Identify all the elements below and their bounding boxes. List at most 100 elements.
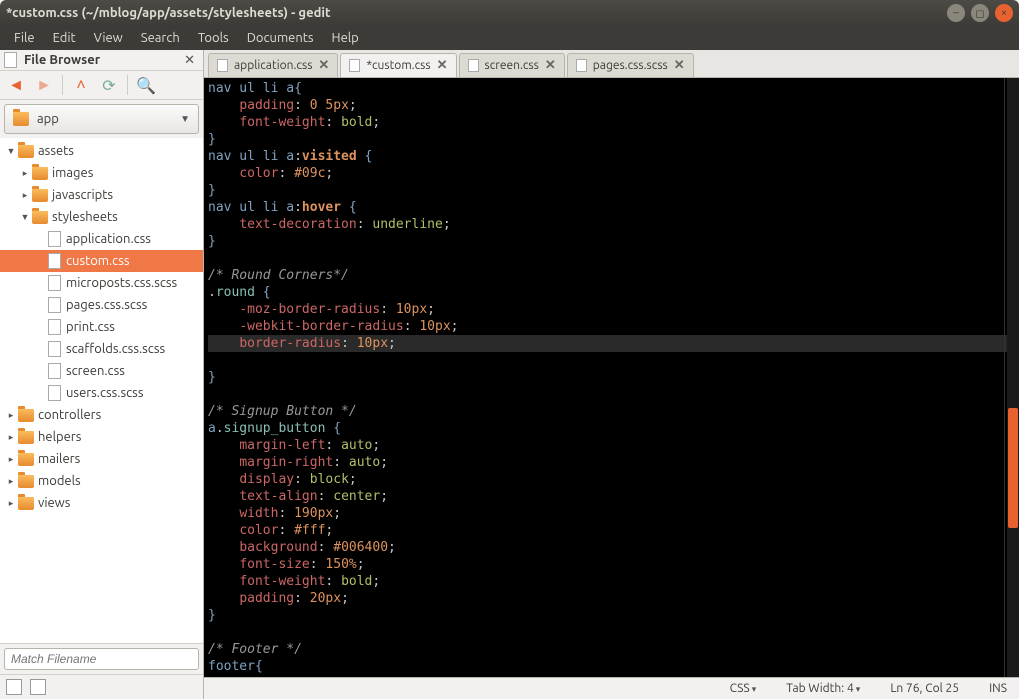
tree-file[interactable]: scaffolds.css.scss xyxy=(0,338,203,360)
tab-close-icon[interactable]: ✕ xyxy=(674,58,685,73)
editor-tab[interactable]: screen.css ✕ xyxy=(459,53,565,77)
chevron-down-icon: ▼ xyxy=(180,113,190,125)
tab-close-icon[interactable]: ✕ xyxy=(545,58,556,73)
tree-item-label: images xyxy=(52,166,93,180)
tree-item-label: controllers xyxy=(38,408,101,422)
tree-item-label: users.css.scss xyxy=(66,386,143,400)
panel-close-icon[interactable]: ✕ xyxy=(180,53,199,68)
search-icon[interactable]: 🔍 xyxy=(136,75,156,95)
tree-file[interactable]: application.css xyxy=(0,228,203,250)
tab-label: screen.css xyxy=(485,59,539,72)
code-editor[interactable]: nav ul li a{ padding: 0 5px; font-weight… xyxy=(204,78,1019,677)
tree-folder[interactable]: ▸javascripts xyxy=(0,184,203,206)
status-language[interactable]: CSS xyxy=(730,682,757,695)
tree-file[interactable]: screen.css xyxy=(0,360,203,382)
tree-file[interactable]: custom.css xyxy=(0,250,203,272)
file-icon xyxy=(48,253,61,269)
scrollbar-thumb[interactable] xyxy=(1008,408,1018,528)
tree-item-label: helpers xyxy=(38,430,81,444)
folder-icon xyxy=(32,211,48,224)
forward-icon[interactable]: ► xyxy=(34,75,54,95)
menu-search[interactable]: Search xyxy=(133,29,188,47)
menu-help[interactable]: Help xyxy=(324,29,367,47)
menu-edit[interactable]: Edit xyxy=(45,29,84,47)
menu-tools[interactable]: Tools xyxy=(190,29,237,47)
tree-folder[interactable]: ▸models xyxy=(0,470,203,492)
status-bar: CSS Tab Width: 4 Ln 76, Col 25 INS xyxy=(204,677,1019,699)
tree-folder[interactable]: ▸controllers xyxy=(0,404,203,426)
tree-item-label: pages.css.scss xyxy=(66,298,147,312)
file-icon xyxy=(349,59,360,72)
editor-area: application.css✕*custom.css✕screen.css✕p… xyxy=(204,50,1019,699)
file-icon xyxy=(576,59,587,72)
file-browser-panel: File Browser ✕ ◄ ► ˄ ⟳ 🔍 app ▼ ▼assets▸i… xyxy=(0,50,204,699)
new-file-icon[interactable] xyxy=(6,679,22,695)
folder-icon xyxy=(32,189,48,202)
tree-folder[interactable]: ▼stylesheets xyxy=(0,206,203,228)
close-button[interactable]: × xyxy=(995,4,1013,22)
menu-documents[interactable]: Documents xyxy=(239,29,322,47)
editor-tab[interactable]: *custom.css✕ xyxy=(340,53,456,77)
file-icon xyxy=(48,341,61,357)
filter-input[interactable] xyxy=(4,648,199,670)
tree-folder[interactable]: ▸images xyxy=(0,162,203,184)
new-folder-icon[interactable] xyxy=(30,679,46,695)
file-icon xyxy=(48,275,61,291)
status-tabwidth[interactable]: Tab Width: 4 xyxy=(786,682,860,695)
status-insert-mode: INS xyxy=(989,682,1007,695)
folder-icon xyxy=(18,145,34,158)
menubar: File Edit View Search Tools Documents He… xyxy=(0,26,1019,50)
refresh-icon[interactable]: ⟳ xyxy=(99,75,119,95)
panel-footer-icons xyxy=(0,674,203,699)
tree-item-label: custom.css xyxy=(66,254,130,268)
tab-close-icon[interactable]: ✕ xyxy=(318,58,329,73)
minimize-button[interactable]: – xyxy=(947,4,965,22)
tree-folder[interactable]: ▼assets xyxy=(0,140,203,162)
up-icon[interactable]: ˄ xyxy=(71,75,91,95)
tree-folder[interactable]: ▸helpers xyxy=(0,426,203,448)
menu-view[interactable]: View xyxy=(86,29,131,47)
file-icon xyxy=(48,363,61,379)
tree-file[interactable]: users.css.scss xyxy=(0,382,203,404)
location-dropdown[interactable]: app ▼ xyxy=(4,104,199,134)
editor-tab[interactable]: pages.css.scss ✕ xyxy=(567,53,694,77)
back-icon[interactable]: ◄ xyxy=(6,75,26,95)
tree-item-label: screen.css xyxy=(66,364,125,378)
file-browser-icon xyxy=(4,52,20,68)
file-icon xyxy=(468,59,479,72)
tree-item-label: views xyxy=(38,496,70,510)
tree-folder[interactable]: ▸mailers xyxy=(0,448,203,470)
tree-file[interactable]: pages.css.scss xyxy=(0,294,203,316)
tree-item-label: stylesheets xyxy=(52,210,118,224)
editor-tab[interactable]: application.css ✕ xyxy=(208,53,338,77)
tree-item-label: mailers xyxy=(38,452,80,466)
menu-file[interactable]: File xyxy=(6,29,43,47)
folder-icon xyxy=(18,409,34,422)
file-icon xyxy=(48,297,61,313)
file-icon xyxy=(217,59,228,72)
tree-item-label: javascripts xyxy=(52,188,113,202)
tree-item-label: print.css xyxy=(66,320,115,334)
folder-icon xyxy=(18,475,34,488)
window-title: *custom.css (~/mblog/app/assets/styleshe… xyxy=(6,6,947,20)
file-tree[interactable]: ▼assets▸images▸javascripts▼stylesheetsap… xyxy=(0,138,203,643)
window-titlebar: *custom.css (~/mblog/app/assets/styleshe… xyxy=(0,0,1019,26)
tree-file[interactable]: print.css xyxy=(0,316,203,338)
tab-close-icon[interactable]: ✕ xyxy=(437,58,448,73)
tab-label: pages.css.scss xyxy=(593,59,668,72)
location-label: app xyxy=(37,112,180,126)
vertical-scrollbar[interactable] xyxy=(1007,78,1019,677)
tree-item-label: assets xyxy=(38,144,74,158)
tree-item-label: models xyxy=(38,474,81,488)
status-position: Ln 76, Col 25 xyxy=(890,682,959,695)
file-icon xyxy=(48,319,61,335)
tree-file[interactable]: microposts.css.scss xyxy=(0,272,203,294)
tab-label: application.css xyxy=(234,59,312,72)
tree-folder[interactable]: ▸views xyxy=(0,492,203,514)
window-controls: – ◻ × xyxy=(947,4,1013,22)
right-margin-ruler xyxy=(1004,78,1005,677)
maximize-button[interactable]: ◻ xyxy=(971,4,989,22)
file-icon xyxy=(48,231,61,247)
tree-item-label: scaffolds.css.scss xyxy=(66,342,165,356)
folder-icon xyxy=(13,112,29,126)
